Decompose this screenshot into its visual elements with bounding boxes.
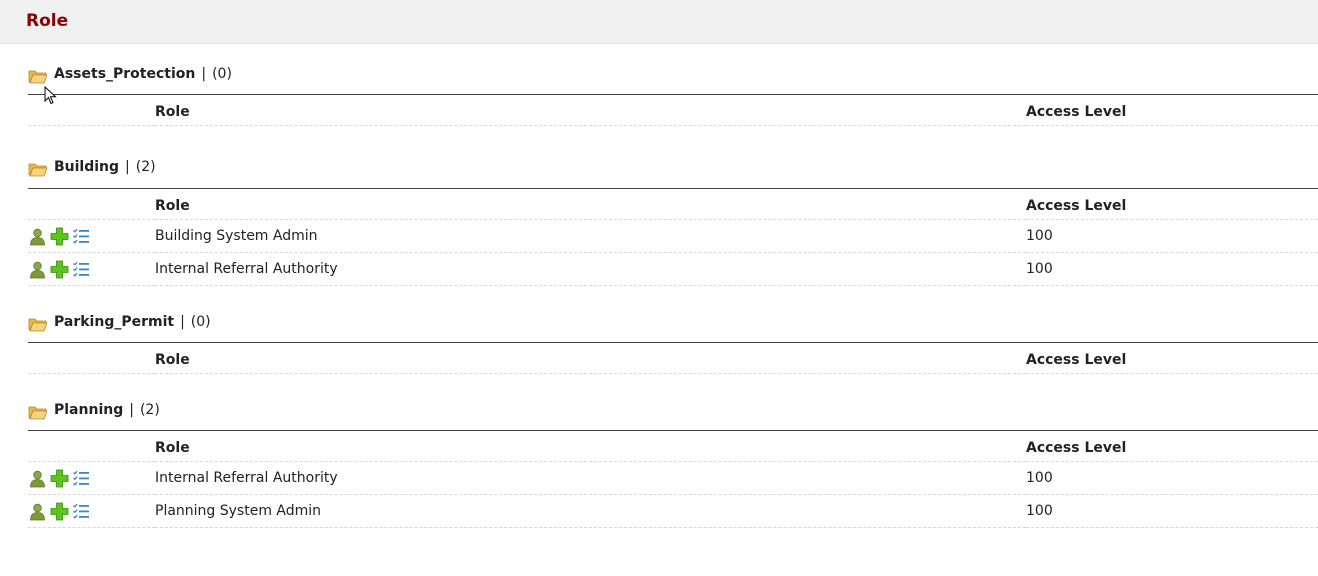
- checklist-icon[interactable]: [72, 260, 91, 279]
- user-icon[interactable]: [28, 260, 47, 279]
- folder-open-icon: [28, 70, 48, 84]
- table-row: Planning System Admin 100: [28, 495, 1318, 528]
- add-icon[interactable]: [50, 227, 69, 246]
- group-count: (2): [135, 159, 156, 175]
- actions-column-header: [28, 431, 155, 462]
- page-header: Role: [0, 0, 1318, 44]
- role-cell: Internal Referral Authority: [155, 470, 338, 486]
- mouse-cursor-icon: [44, 86, 57, 105]
- group-separator: |: [180, 314, 185, 330]
- add-icon[interactable]: [50, 469, 69, 488]
- folder-open-icon: [28, 318, 48, 332]
- role-cell: Building System Admin: [155, 228, 318, 244]
- table-row: Building System Admin 100: [28, 220, 1318, 253]
- actions-column-header: [28, 189, 155, 220]
- access-level-cell: 100: [1026, 228, 1053, 244]
- group-header[interactable]: Parking_Permit | (0): [28, 286, 1318, 342]
- group-assets-protection: Assets_Protection | (0) Role Access Level: [28, 44, 1318, 126]
- add-icon[interactable]: [50, 260, 69, 279]
- role-column-header[interactable]: Role: [155, 343, 1026, 374]
- group-count: (0): [212, 66, 232, 82]
- group-title: Planning | (2): [54, 402, 160, 418]
- group-name: Building: [54, 159, 120, 175]
- table-header-row: Role Access Level: [28, 189, 1318, 220]
- group-title: Assets_Protection | (0): [54, 66, 232, 82]
- group-name: Assets_Protection: [54, 66, 196, 82]
- group-count: (0): [190, 314, 211, 330]
- group-separator: |: [125, 159, 130, 175]
- group-count: (2): [139, 402, 160, 418]
- folder-open-icon: [28, 406, 48, 420]
- roles-table: Role Access Level: [28, 342, 1318, 374]
- access-level-column-header[interactable]: Access Level: [1026, 95, 1318, 126]
- group-parking-permit: Parking_Permit | (0) Role Access Level: [28, 286, 1318, 374]
- roles-table: Role Access Level: [28, 94, 1318, 126]
- page-title: Role: [26, 11, 69, 31]
- access-level-cell: 100: [1026, 503, 1053, 519]
- group-title: Parking_Permit | (0): [54, 314, 211, 330]
- table-header-row: Role Access Level: [28, 343, 1318, 374]
- table-row: Internal Referral Authority 100: [28, 253, 1318, 286]
- checklist-icon[interactable]: [72, 227, 91, 246]
- table-row: Internal Referral Authority 100: [28, 462, 1318, 495]
- user-icon[interactable]: [28, 227, 47, 246]
- group-name: Planning: [54, 402, 124, 418]
- role-column-header[interactable]: Role: [155, 431, 1026, 462]
- group-separator: |: [129, 402, 134, 418]
- role-cell: Planning System Admin: [155, 503, 322, 519]
- folder-open-icon: [28, 163, 48, 177]
- access-level-cell: 100: [1026, 261, 1053, 277]
- roles-table: Role Access Level: [28, 430, 1318, 528]
- roles-table: Role Access Level: [28, 188, 1318, 286]
- row-actions: [28, 220, 155, 253]
- checklist-icon[interactable]: [72, 502, 91, 521]
- group-header[interactable]: Planning | (2): [28, 374, 1318, 430]
- access-level-column-header[interactable]: Access Level: [1026, 343, 1318, 374]
- add-icon[interactable]: [50, 502, 69, 521]
- row-actions: [28, 253, 155, 286]
- access-level-column-header[interactable]: Access Level: [1026, 189, 1318, 220]
- group-header[interactable]: Assets_Protection | (0): [28, 44, 1318, 94]
- role-column-header[interactable]: Role: [155, 95, 1026, 126]
- group-title: Building | (2): [54, 159, 156, 175]
- actions-column-header: [28, 343, 155, 374]
- table-header-row: Role Access Level: [28, 431, 1318, 462]
- group-header[interactable]: Building | (2): [28, 131, 1318, 188]
- access-level-cell: 100: [1026, 470, 1053, 486]
- user-icon[interactable]: [28, 502, 47, 521]
- table-header-row: Role Access Level: [28, 95, 1318, 126]
- checklist-icon[interactable]: [72, 469, 91, 488]
- role-column-header[interactable]: Role: [155, 189, 1026, 220]
- row-actions: [28, 462, 155, 495]
- access-level-column-header[interactable]: Access Level: [1026, 431, 1318, 462]
- row-actions: [28, 495, 155, 528]
- group-name: Parking_Permit: [54, 314, 175, 330]
- group-separator: |: [201, 66, 207, 82]
- group-building: Building | (2) Role Access Level Buildin…: [28, 131, 1318, 286]
- role-groups: Assets_Protection | (0) Role Access Level …: [28, 44, 1318, 528]
- user-icon[interactable]: [28, 469, 47, 488]
- group-planning: Planning | (2) Role Access Level Interna…: [28, 374, 1318, 528]
- role-cell: Internal Referral Authority: [155, 261, 338, 277]
